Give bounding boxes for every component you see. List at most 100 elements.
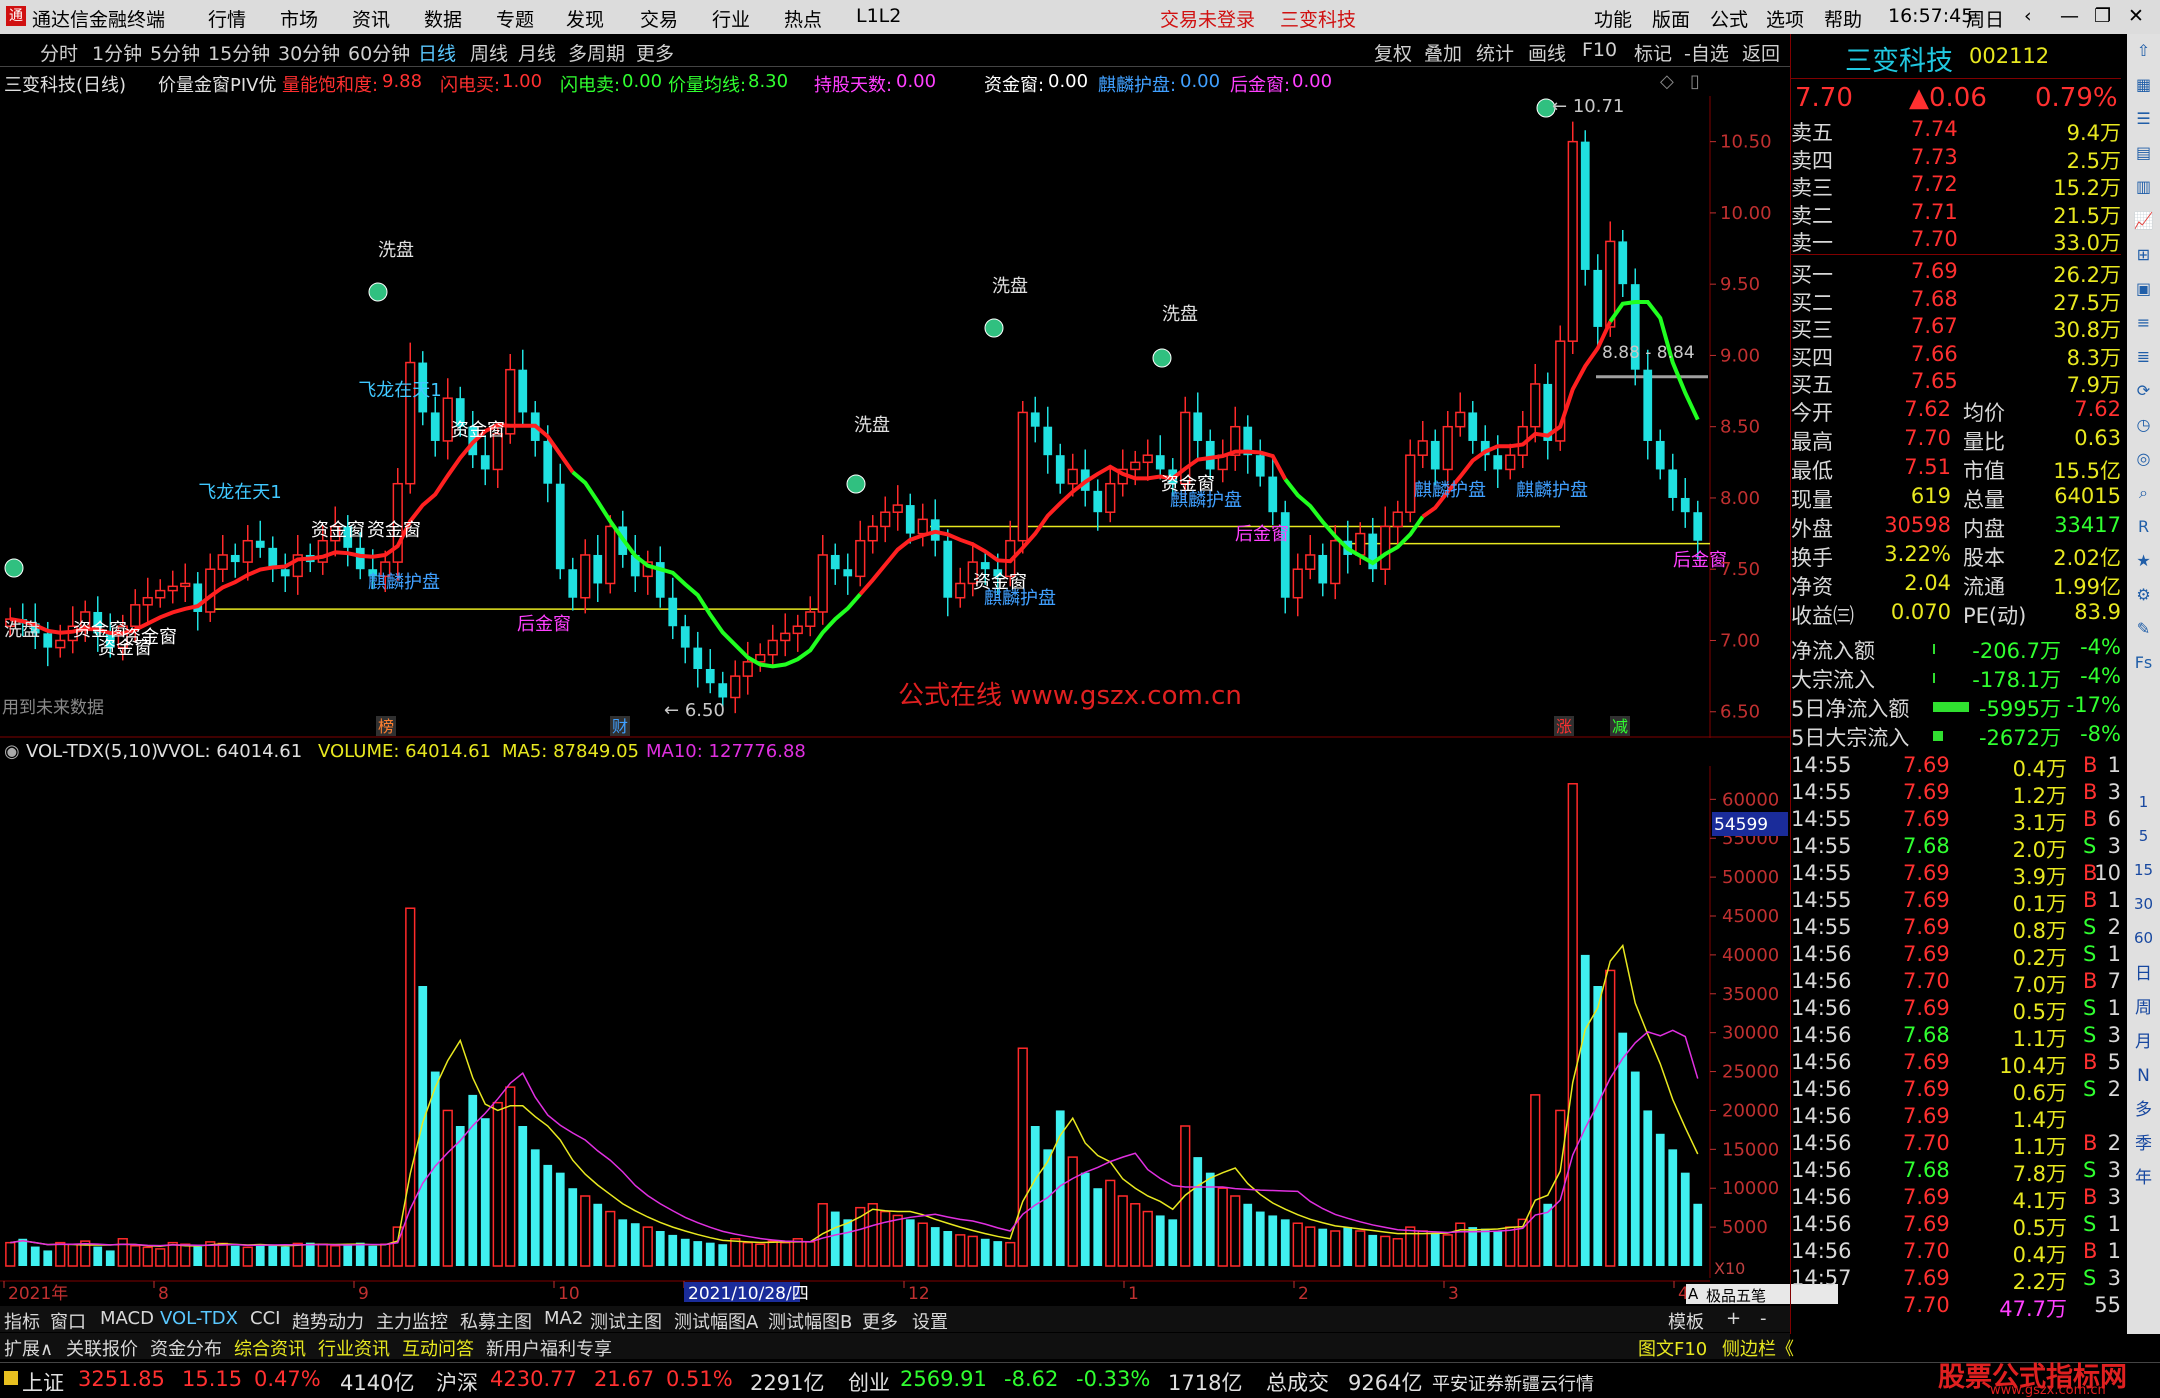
lines-icon[interactable]: ≡ bbox=[2131, 310, 2156, 335]
flow-row[interactable]: 5日大宗流入 -2672万 -8% bbox=[1791, 721, 2121, 750]
side-period-cn[interactable]: 周 bbox=[2131, 996, 2156, 1021]
menu-bangzhu[interactable]: 帮助 bbox=[1824, 5, 1862, 32]
tab-plus[interactable]: + bbox=[1726, 1308, 1741, 1329]
tick-row[interactable]: 7.70 47.7万 55 bbox=[1791, 1292, 2121, 1321]
tab-zijin[interactable]: 资金分布 bbox=[150, 1335, 222, 1361]
close-icon[interactable]: ✕ bbox=[2128, 5, 2144, 27]
tick-row[interactable]: 14:56 7.70 1.1万 B 2 bbox=[1791, 1130, 2121, 1159]
tab-cci[interactable]: CCI bbox=[250, 1308, 280, 1329]
tick-row[interactable]: 14:56 7.70 0.4万 B 1 bbox=[1791, 1238, 2121, 1267]
fs-icon[interactable]: Fs bbox=[2131, 650, 2156, 675]
tick-row[interactable]: 14:55 7.69 0.1万 B 1 bbox=[1791, 887, 2121, 916]
bar-icon[interactable]: ▥ bbox=[2131, 174, 2156, 199]
refresh-icon[interactable]: ⟳ bbox=[2131, 378, 2156, 403]
volume-chart[interactable]: 6000055000500004500040000350003000025000… bbox=[0, 766, 1790, 1278]
menu-zhuanti[interactable]: 专题 bbox=[496, 5, 534, 32]
tab-zhibiao[interactable]: 指标 bbox=[4, 1308, 40, 1334]
side-period-cn[interactable]: 年 bbox=[2131, 1166, 2156, 1191]
menu-xuanxiang[interactable]: 选项 bbox=[1766, 5, 1804, 32]
side-period-1[interactable]: 1 bbox=[2131, 790, 2156, 815]
tool-fuquan[interactable]: 复权 bbox=[1374, 39, 1412, 66]
tab-vol-tdx[interactable]: VOL-TDX bbox=[160, 1308, 238, 1329]
ask-row[interactable]: 卖二 7.71 21.5万 bbox=[1791, 199, 2121, 228]
cy-label[interactable]: 创业 bbox=[848, 1367, 890, 1397]
tick-row[interactable]: 14:55 7.68 2.0万 S 3 bbox=[1791, 833, 2121, 862]
chart-icon[interactable]: ▤ bbox=[2131, 140, 2156, 165]
bid-row[interactable]: 买四 7.66 8.3万 bbox=[1791, 341, 2121, 370]
tool-f10[interactable]: F10 bbox=[1582, 39, 1617, 61]
tab-hangye-zixun[interactable]: 行业资讯 bbox=[318, 1335, 390, 1361]
tick-row[interactable]: 14:56 7.68 1.1万 S 3 bbox=[1791, 1022, 2121, 1051]
event-marker[interactable]: 财 bbox=[612, 717, 628, 736]
period-weekly[interactable]: 周线 bbox=[470, 39, 508, 66]
stat-row[interactable]: 最高 7.70 量比 0.63 bbox=[1791, 425, 2121, 454]
side-period-cn[interactable]: 月 bbox=[2131, 1030, 2156, 1055]
tab-guanlian[interactable]: 关联报价 bbox=[66, 1335, 138, 1361]
tick-row[interactable]: 14:55 7.69 1.2万 B 3 bbox=[1791, 779, 2121, 808]
tab-qushi[interactable]: 趋势动力 bbox=[292, 1308, 364, 1334]
back-icon[interactable]: ‹ bbox=[2024, 5, 2032, 27]
stat-row[interactable]: 净资 2.04 流通 1.99亿 bbox=[1791, 570, 2121, 599]
line-icon[interactable]: 📈 bbox=[2131, 208, 2156, 233]
tool-tongji[interactable]: 统计 bbox=[1476, 39, 1514, 66]
stat-row[interactable]: 收益㈢ 0.070 PE(动) 83.9 bbox=[1791, 599, 2121, 628]
bid-row[interactable]: 买一 7.69 26.2万 bbox=[1791, 258, 2121, 287]
tool-huaxian[interactable]: 画线 bbox=[1528, 39, 1566, 66]
gear-icon[interactable]: ⚙ bbox=[2131, 582, 2156, 607]
tick-row[interactable]: 14:56 7.69 0.5万 S 1 bbox=[1791, 1211, 2121, 1240]
minimize-icon[interactable]: — bbox=[2060, 5, 2079, 27]
menu-hangye[interactable]: 行业 bbox=[712, 5, 750, 32]
vol-toggle-icon[interactable]: ◉ bbox=[4, 741, 20, 762]
period-30min[interactable]: 30分钟 bbox=[278, 39, 340, 66]
tab-zhuli[interactable]: 主力监控 bbox=[376, 1308, 448, 1334]
search-icon[interactable]: ⌕ bbox=[2131, 480, 2156, 505]
tab-simu[interactable]: 私募主图 bbox=[460, 1308, 532, 1334]
stat-row[interactable]: 外盘 30598 内盘 33417 bbox=[1791, 512, 2121, 541]
ask-row[interactable]: 卖四 7.73 2.5万 bbox=[1791, 144, 2121, 173]
stat-row[interactable]: 今开 7.62 均价 7.62 bbox=[1791, 396, 2121, 425]
indicator-name[interactable]: 价量金窗PIV优 bbox=[158, 71, 276, 97]
tick-row[interactable]: 14:56 7.70 7.0万 B 7 bbox=[1791, 968, 2121, 997]
expand-icon[interactable]: ◇ bbox=[1660, 71, 1674, 92]
event-marker[interactable]: 涨 bbox=[1556, 717, 1572, 736]
event-marker[interactable]: 减 bbox=[1612, 717, 1628, 736]
table-icon[interactable]: ⊞ bbox=[2131, 242, 2156, 267]
tick-row[interactable]: 14:56 7.69 10.4万 B 5 bbox=[1791, 1049, 2121, 1078]
tick-row[interactable]: 14:56 7.69 0.2万 S 1 bbox=[1791, 941, 2121, 970]
side-period-30[interactable]: 30 bbox=[2131, 892, 2156, 917]
tab-template[interactable]: 模板 bbox=[1668, 1308, 1704, 1334]
side-period-5[interactable]: 5 bbox=[2131, 824, 2156, 849]
bid-row[interactable]: 买五 7.65 7.9万 bbox=[1791, 368, 2121, 397]
star-icon[interactable]: ★ bbox=[2131, 548, 2156, 573]
up-arrow-icon[interactable]: ⇧ bbox=[2131, 38, 2156, 63]
lines2-icon[interactable]: ≣ bbox=[2131, 344, 2156, 369]
menu-jiaoyi[interactable]: 交易 bbox=[640, 5, 678, 32]
side-period-15[interactable]: 15 bbox=[2131, 858, 2156, 883]
menu-gongshi[interactable]: 公式 bbox=[1710, 5, 1748, 32]
tab-hudong[interactable]: 互动问答 bbox=[402, 1335, 474, 1361]
stat-row[interactable]: 换手 3.22% 股本 2.02亿 bbox=[1791, 541, 2121, 570]
period-1min[interactable]: 1分钟 bbox=[92, 39, 142, 66]
restore-icon[interactable]: ❐ bbox=[2094, 5, 2111, 27]
tick-row[interactable]: 14:56 7.68 7.8万 S 3 bbox=[1791, 1157, 2121, 1186]
tick-row[interactable]: 14:56 7.69 4.1万 B 3 bbox=[1791, 1184, 2121, 1213]
side-period-60[interactable]: 60 bbox=[2131, 926, 2156, 951]
ask-row[interactable]: 卖三 7.72 15.2万 bbox=[1791, 171, 2121, 200]
tab-sidebar[interactable]: 侧边栏《 bbox=[1722, 1335, 1794, 1361]
tab-macd[interactable]: MACD bbox=[100, 1308, 154, 1329]
vol-series-label[interactable]: VOL-TDX(5,10) bbox=[26, 741, 158, 762]
period-more[interactable]: 更多 bbox=[636, 39, 674, 66]
tool-fanhui[interactable]: 返回 bbox=[1742, 39, 1780, 66]
list-icon[interactable]: ☰ bbox=[2131, 106, 2156, 131]
menu-shichang[interactable]: 市场 bbox=[280, 5, 318, 32]
tab-more[interactable]: 更多 bbox=[862, 1308, 898, 1334]
bid-row[interactable]: 买三 7.67 30.8万 bbox=[1791, 313, 2121, 342]
tab-ma2[interactable]: MA2 bbox=[544, 1308, 583, 1329]
gauge-icon[interactable]: ◎ bbox=[2131, 446, 2156, 471]
clock-icon[interactable]: ◷ bbox=[2131, 412, 2156, 437]
sh-label[interactable]: 上证 bbox=[22, 1367, 64, 1397]
hs-label[interactable]: 沪深 bbox=[436, 1367, 478, 1397]
tab-ceshi-a[interactable]: 测试幅图A bbox=[674, 1308, 758, 1334]
pencil-icon[interactable]: ✎ bbox=[2131, 616, 2156, 641]
period-60min[interactable]: 60分钟 bbox=[348, 39, 410, 66]
